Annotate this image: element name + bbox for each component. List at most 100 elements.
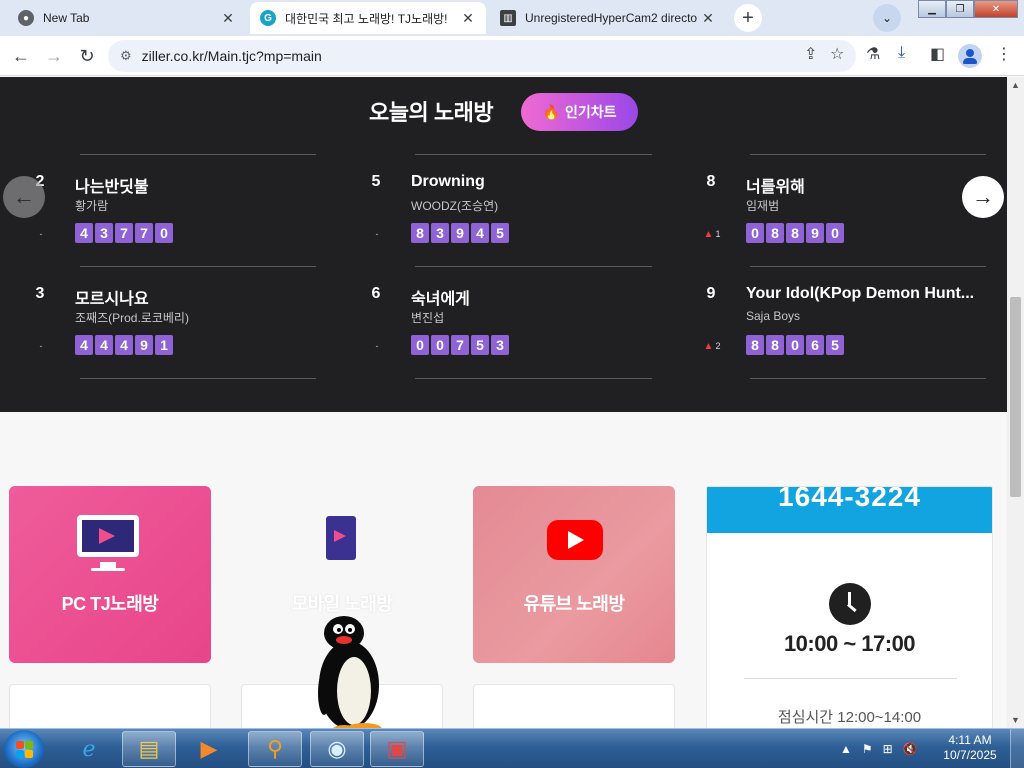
new-tab-button[interactable]: + (734, 4, 762, 32)
close-icon[interactable]: ✕ (700, 10, 716, 27)
youtube-icon (547, 520, 603, 560)
code-digit: 1 (155, 335, 173, 355)
flame-icon: 🔥 (542, 103, 560, 120)
code-digit: 3 (95, 223, 113, 243)
code-digit: 8 (766, 223, 784, 243)
tray-expand-icon[interactable]: ▲ (840, 742, 852, 756)
search-icon[interactable]: ⚲ (248, 731, 302, 767)
song-title: 나는반딧불 (75, 179, 149, 196)
network-icon[interactable]: ⊞ (883, 742, 893, 756)
code-digit: 4 (95, 335, 113, 355)
chart-next-button[interactable]: → (962, 176, 1004, 218)
side-panel-icon[interactable]: ◧ (930, 44, 945, 64)
address-bar[interactable]: ⚙ ziller.co.kr/Main.tjc?mp=main (108, 40, 856, 72)
monitor-icon (77, 515, 139, 557)
phone-number[interactable]: 1644-3224 (707, 487, 992, 513)
song-title: Drowning (411, 173, 485, 190)
start-button[interactable] (4, 730, 44, 768)
artist-name: Saja Boys (746, 309, 801, 323)
divider (80, 266, 316, 267)
back-icon[interactable]: ← (9, 44, 33, 68)
penguin-mascot (318, 616, 382, 728)
minimize-button[interactable]: ▁ (918, 0, 946, 18)
tab-title: New Tab (43, 11, 90, 25)
share-icon[interactable]: ⇪ (804, 44, 817, 64)
scroll-down-icon[interactable]: ▼ (1007, 712, 1024, 728)
tab-archive[interactable]: ▥ UnregisteredHyperCam2 directo ✕ (490, 2, 726, 34)
content-card[interactable] (9, 684, 211, 728)
close-icon[interactable]: ✕ (220, 10, 236, 27)
volume-muted-icon[interactable]: 🔇 (903, 742, 918, 756)
menu-icon[interactable]: ⋮ (996, 44, 1012, 64)
rank-change: - (375, 341, 379, 351)
rank-change: ▲ 1 (700, 229, 724, 240)
taskbar-clock[interactable]: 4:11 AM 10/7/2025 (940, 733, 1000, 763)
code-digit: 9 (806, 223, 824, 243)
file-explorer-icon[interactable]: ▤ (122, 731, 176, 767)
popular-chart-button[interactable]: 🔥 인기차트 (521, 93, 638, 131)
media-player-icon[interactable]: ▶ (182, 731, 236, 767)
windows-logo-icon (15, 740, 33, 758)
scroll-thumb[interactable] (1010, 297, 1021, 497)
chart-entry[interactable]: 2 나는반딧불 황가람 - 4 3 7 7 0 (29, 157, 319, 247)
content-card[interactable] (473, 684, 675, 728)
extensions-icon[interactable]: ⚗ (866, 44, 880, 64)
toolbox-icon[interactable]: ▣ (370, 731, 424, 767)
artist-name: 변진섭 (411, 311, 445, 325)
artist-name: WOODZ(조승연) (411, 199, 499, 213)
globe-icon[interactable]: ◉ (310, 731, 364, 767)
popular-chart-label: 인기차트 (564, 104, 617, 120)
song-code: 0 0 7 5 3 (411, 335, 511, 355)
song-code: 4 4 4 9 1 (75, 335, 175, 355)
song-title: 모르시나요 (75, 291, 149, 308)
page-scrollbar[interactable]: ▲ ▼ (1007, 77, 1024, 728)
windows-taskbar: ℯ ▤ ▶ ⚲ ◉ ▣ ▲ ⚑ ⊞ 🔇 4:11 AM 10/7/2025 (0, 728, 1024, 768)
chart-entry[interactable]: 6 숙녀에게 변진섭 - 0 0 7 5 3 (365, 269, 655, 359)
tab-tj-karaoke[interactable]: G 대한민국 최고 노래방! TJ노래방! ✕ (250, 2, 486, 34)
divider (415, 266, 652, 267)
site-info-icon[interactable]: ⚙ (120, 48, 132, 64)
rank-number: 5 (371, 173, 381, 190)
karaoke-chart-section: 오늘의 노래방 🔥 인기차트 2 나는반딧불 황가람 - 4 3 7 7 0 3… (0, 77, 1007, 412)
rank-change: - (39, 341, 43, 351)
download-icon[interactable]: ⤓ (898, 44, 905, 62)
code-digit: 8 (411, 223, 429, 243)
chart-entry[interactable]: 5 Drowning WOODZ(조승연) - 8 3 9 4 5 (365, 157, 655, 247)
code-digit: 0 (826, 223, 844, 243)
code-digit: 9 (451, 223, 469, 243)
forward-icon[interactable]: → (42, 44, 66, 68)
internet-explorer-icon[interactable]: ℯ (62, 731, 116, 767)
maximize-button[interactable]: ❐ (946, 0, 974, 18)
contact-header: 1644-3224 (707, 487, 992, 533)
system-tray: ▲ ⚑ ⊞ 🔇 (840, 729, 928, 768)
song-code: 0 8 8 9 0 (746, 223, 846, 243)
chart-entry[interactable]: 8 너를위해 임재범 ▲ 1 0 8 8 9 0 (700, 157, 990, 247)
code-digit: 5 (826, 335, 844, 355)
tab-search-button[interactable]: ⌄ (873, 4, 901, 32)
code-digit: 4 (471, 223, 489, 243)
code-digit: 0 (746, 223, 764, 243)
youtube-karaoke-card[interactable]: 유튜브 노래방 (473, 486, 675, 663)
pc-karaoke-card[interactable]: PC TJ노래방 (9, 486, 211, 663)
clock-date: 10/7/2025 (943, 748, 997, 762)
reload-icon[interactable]: ↻ (75, 44, 99, 68)
close-window-button[interactable]: ✕ (974, 0, 1018, 18)
tab-new-tab[interactable]: ● New Tab ✕ (8, 2, 246, 34)
artist-name: 조째즈(Prod.로코베리) (75, 311, 189, 325)
action-center-icon[interactable]: ⚑ (862, 742, 873, 756)
chart-prev-button[interactable]: ← (3, 176, 45, 218)
rank-change-value: 2 (715, 341, 721, 351)
show-desktop-button[interactable] (1010, 729, 1024, 768)
clock-icon (829, 583, 871, 625)
divider (750, 266, 986, 267)
divider (744, 678, 957, 679)
profile-avatar[interactable] (958, 44, 982, 68)
lunch-hours: 점심시간 12:00~14:00 (777, 709, 922, 726)
bookmark-star-icon[interactable]: ☆ (830, 44, 844, 64)
clock-time: 4:11 AM (948, 733, 992, 747)
chart-entry[interactable]: 3 모르시나요 조째즈(Prod.로코베리) - 4 4 4 9 1 (29, 269, 319, 359)
code-digit: 0 (786, 335, 804, 355)
scroll-up-icon[interactable]: ▲ (1007, 77, 1024, 93)
close-icon[interactable]: ✕ (460, 10, 476, 27)
chart-entry[interactable]: 9 Your Idol(KPop Demon Hunt... Saja Boys… (700, 269, 990, 359)
